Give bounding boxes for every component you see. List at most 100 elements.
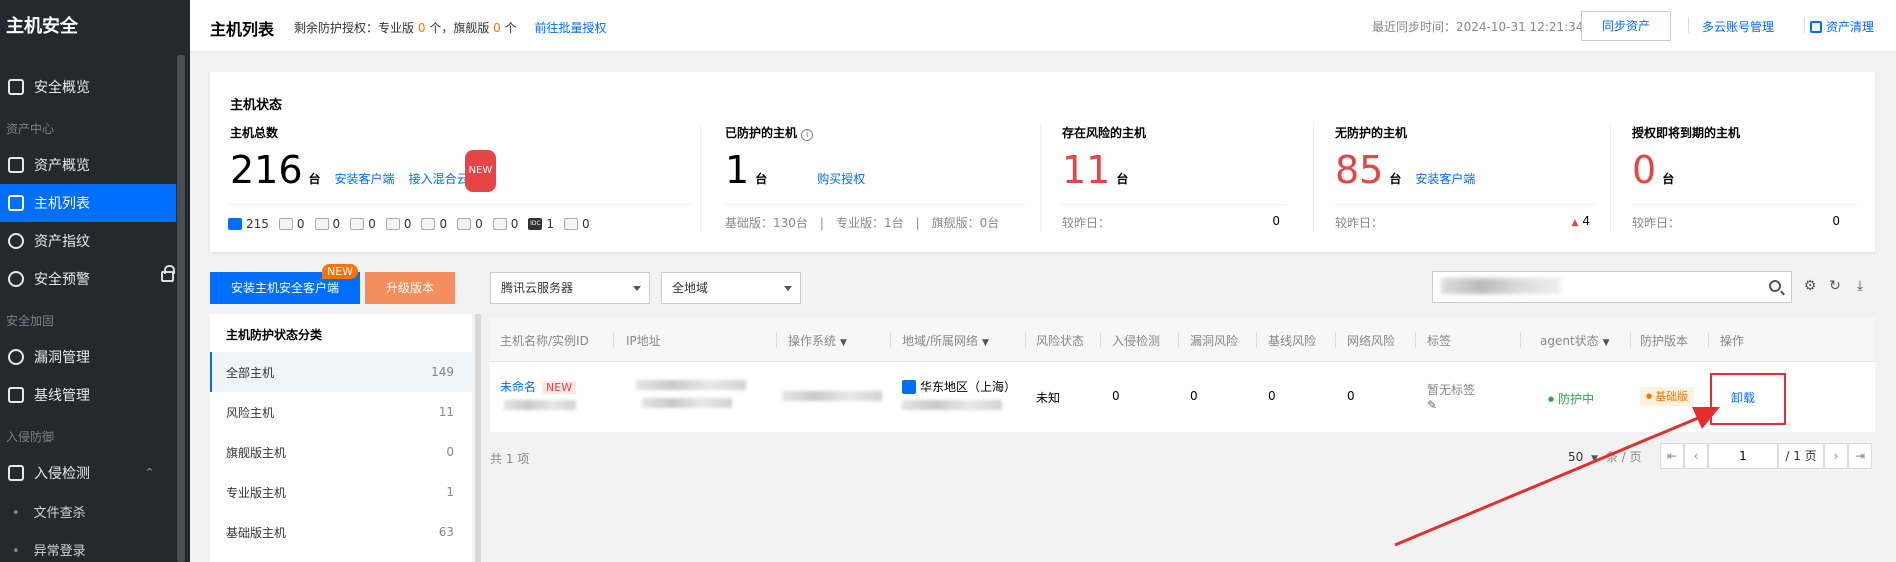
stat-label: 已防护的主机 i	[725, 124, 814, 141]
multi-cloud-account-link[interactable]: 多云账号管理	[1702, 18, 1774, 35]
protected-count: 1	[725, 148, 750, 192]
column-header: 标签	[1427, 334, 1452, 348]
next-page-button[interactable]: ›	[1824, 443, 1848, 469]
host-name-link[interactable]: 未命名	[500, 380, 536, 394]
install-client-link[interactable]: 安装客户端	[335, 172, 395, 186]
platform-other-cloud: 0	[278, 217, 305, 231]
divider	[1313, 122, 1314, 232]
region-select[interactable]: 全地域	[661, 272, 801, 304]
host-name-cell: 未命名 NEW	[500, 378, 577, 395]
sidebar-item-vuln-management[interactable]: 漏洞管理	[0, 338, 176, 376]
column-header: 操作系统 ▼	[788, 332, 847, 349]
filter-icon[interactable]: ▼	[840, 338, 847, 348]
column-header: 风险状态	[1036, 334, 1085, 348]
sidebar-item-security-alert[interactable]: 安全预警	[0, 260, 176, 298]
stat-label: 无防护的主机	[1335, 126, 1408, 140]
category-all-hosts[interactable]: 全部主机 149	[210, 352, 472, 392]
download-icon[interactable]: ⤓	[1853, 279, 1867, 293]
last-page-button[interactable]: ⇥	[1848, 443, 1872, 469]
vuln-cell: 0	[1190, 389, 1198, 403]
risk-count: 11	[1062, 148, 1111, 192]
chevron-down-icon	[633, 286, 641, 291]
fingerprint-icon	[8, 233, 24, 249]
stat-protected: 已防护的主机 i 1 台 购买授权	[725, 124, 865, 190]
divider	[776, 332, 777, 348]
category-label: 专业版主机	[226, 485, 287, 500]
category-pro-hosts[interactable]: 专业版主机 1	[210, 472, 472, 512]
host-status-card: 主机状态 主机总数 216 台安装客户端 接入混合云NEW 215 0 0 0 0 …	[210, 72, 1875, 252]
protected-breakdown: 基础版：130台 | 专业版：1台 | 旗舰版：0台	[725, 216, 1000, 230]
sidebar-subitem-file-scan[interactable]: 文件查杀	[12, 502, 86, 521]
flagship-count: 0	[493, 21, 501, 35]
category-label: 旗舰版主机	[226, 445, 287, 460]
cloud-icon	[385, 218, 400, 230]
platform-counts: 215 0 0 0 0 0 0 0 IDC 1 0	[228, 217, 600, 231]
sidebar-scrollbar[interactable]	[177, 55, 185, 562]
column-header: 地域/所属网络 ▼	[902, 332, 989, 349]
bug-icon	[8, 349, 24, 365]
total-host-count: 216	[230, 148, 303, 192]
platform-other-cloud: 0	[457, 217, 483, 231]
sidebar-item-host-list[interactable]: 主机列表	[0, 184, 176, 222]
select-value: 全地域	[672, 281, 709, 295]
sidebar-item-baseline-management[interactable]: 基线管理	[0, 376, 176, 414]
info-icon[interactable]: i	[801, 129, 814, 141]
cloud-provider-select[interactable]: 腾讯云服务器	[490, 272, 650, 304]
sidebar-item-asset-fingerprint[interactable]: 资产指纹	[0, 222, 176, 260]
sidebar-item-intrusion-detection[interactable]: 入侵检测 ⌃	[0, 454, 176, 492]
sidebar-item-label: 资产指纹	[34, 234, 90, 250]
search-icon[interactable]	[1769, 280, 1781, 292]
sidebar: 主机安全 安全概览 资产中心 资产概览 主机列表 资产指纹 安全预警 安全加固 …	[0, 0, 190, 562]
tencent-cloud-icon	[902, 380, 916, 394]
divider	[1100, 332, 1101, 348]
upgrade-version-button[interactable]: 升级版本	[365, 272, 455, 304]
platform-other-cloud: 0	[350, 217, 376, 231]
search-input[interactable]	[1432, 271, 1792, 303]
category-risk-hosts[interactable]: 风险主机 11	[210, 392, 472, 432]
chevron-up-icon: ⌃	[144, 466, 154, 479]
category-basic-hosts[interactable]: 基础版主机 63	[210, 512, 472, 552]
table-header: 主机名称/实例ID IP地址 操作系统 ▼ 地域/所属网络 ▼ 风险状态 入侵检测 …	[490, 318, 1875, 362]
asset-clean-link[interactable]: 资产清理	[1810, 18, 1874, 35]
host-category-panel: 主机防护状态分类 全部主机 149 风险主机 11 旗舰版主机 0 专业版主机 …	[210, 314, 472, 562]
stat-label: 授权即将到期的主机	[1632, 126, 1741, 140]
trend-up-icon: ▲	[1571, 218, 1579, 228]
compare-value: ▲ 4	[1540, 214, 1590, 228]
sync-assets-button[interactable]: 同步资产	[1581, 11, 1671, 41]
category-count: 1	[446, 485, 454, 499]
stat-unprotected: 无防护的主机 85 台安装客户端	[1335, 124, 1475, 190]
divider	[1632, 204, 1857, 205]
sidebar-item-asset-overview[interactable]: 资产概览	[0, 146, 176, 184]
platform-other-cloud: 0	[385, 217, 411, 231]
expiring-count: 0	[1632, 148, 1657, 192]
list-icon	[8, 195, 24, 211]
platform-count: 0	[368, 217, 376, 231]
unprotected-count: 85	[1335, 148, 1384, 192]
divider	[1610, 122, 1611, 232]
compare-value: 0	[1272, 214, 1280, 228]
column-header: 操作	[1720, 334, 1745, 348]
panel-scrollbar[interactable]	[475, 314, 481, 562]
hybrid-cloud-link[interactable]: 接入混合云	[409, 172, 469, 186]
filter-icon[interactable]: ▼	[982, 338, 989, 348]
stat-value: 0台	[1632, 150, 1674, 199]
refresh-icon[interactable]: ↻	[1828, 279, 1842, 293]
batch-license-link[interactable]: 前往批量授权	[534, 21, 606, 35]
platform-count: 0	[582, 217, 590, 231]
column-header-label: agent状态	[1540, 334, 1599, 348]
settings-icon[interactable]: ⚙	[1803, 279, 1817, 293]
divider	[1178, 332, 1179, 348]
category-flagship-hosts[interactable]: 旗舰版主机 0	[210, 432, 472, 472]
sidebar-item-security-overview[interactable]: 安全概览	[0, 68, 176, 106]
divider	[1335, 332, 1336, 348]
protected-label: 已防护的主机	[725, 126, 798, 140]
shield-icon	[8, 271, 24, 287]
install-client-link[interactable]: 安装客户端	[1415, 172, 1475, 186]
new-badge: NEW	[464, 150, 497, 192]
redacted-text	[504, 400, 576, 410]
sidebar-subitem-abnormal-login[interactable]: 异常登录	[12, 540, 86, 559]
license-suffix: 个	[504, 21, 517, 35]
brand-title: 主机安全	[6, 16, 78, 37]
filter-icon[interactable]: ▼	[1603, 338, 1610, 348]
buy-license-link[interactable]: 购买授权	[817, 172, 865, 186]
